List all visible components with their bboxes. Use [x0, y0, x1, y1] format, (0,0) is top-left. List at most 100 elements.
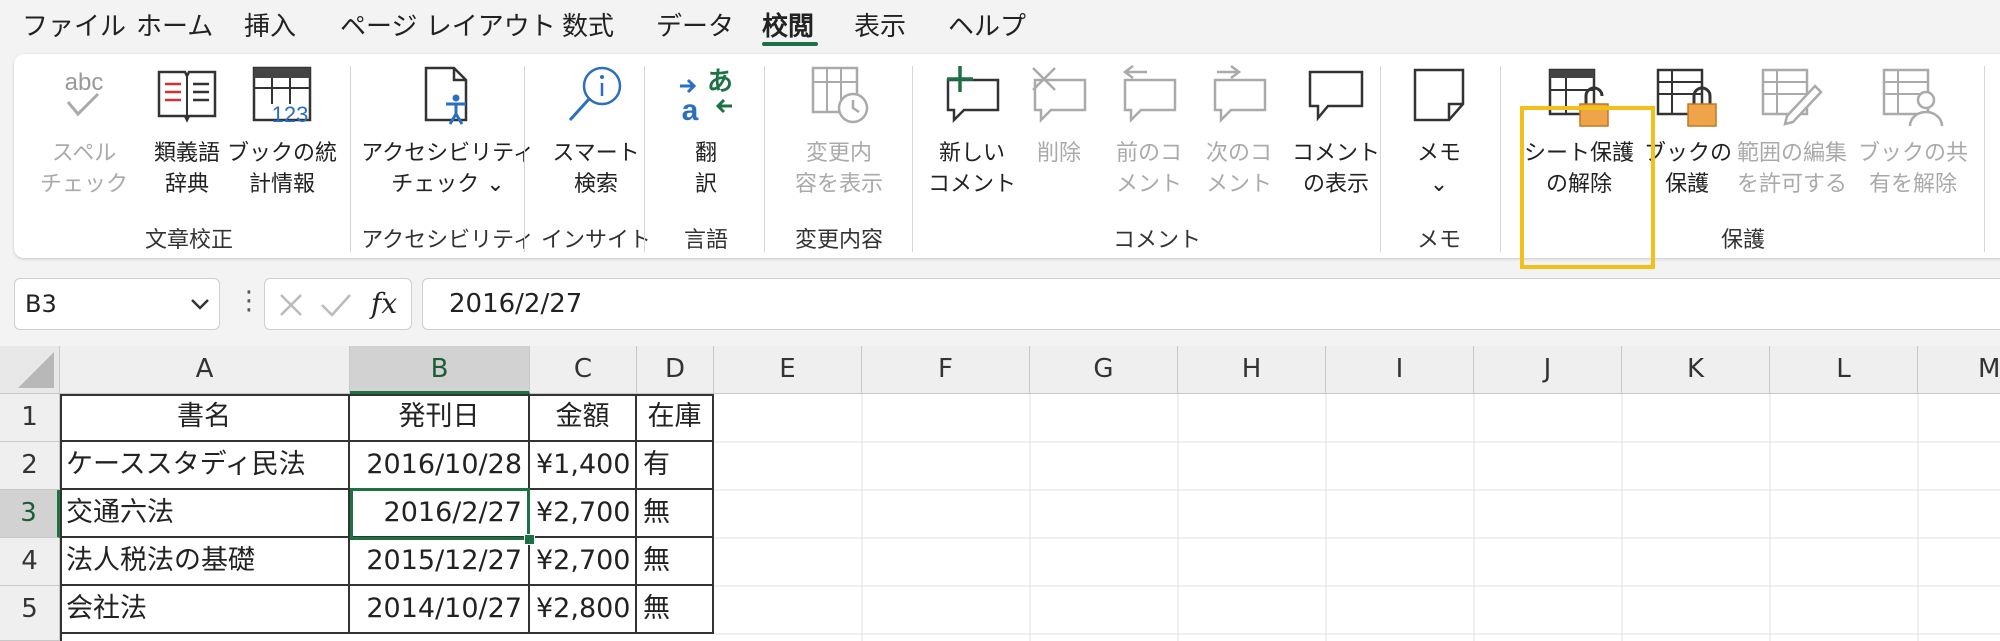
cell-d5[interactable]: 無: [637, 586, 714, 634]
select-all-button[interactable]: [0, 346, 60, 394]
protect-workbook-label-2: 保護: [1664, 172, 1709, 197]
group-separator: [912, 66, 913, 252]
protect-workbook-button[interactable]: ブックの 保護: [1644, 54, 1732, 214]
enter-icon[interactable]: [319, 291, 353, 319]
column-header-j[interactable]: J: [1474, 346, 1622, 394]
next-comment-label-2: メント: [1205, 172, 1272, 197]
next-comment-button[interactable]: 次のコ メント: [1194, 54, 1284, 214]
cell-d2[interactable]: 有: [637, 442, 714, 490]
column-header-k[interactable]: K: [1622, 346, 1770, 394]
spelling-label-2: チェック: [39, 172, 128, 197]
svg-text:123: 123: [272, 102, 309, 127]
note-icon: [1394, 54, 1484, 134]
column-header-l[interactable]: L: [1770, 346, 1918, 394]
cell-d1[interactable]: 在庫: [637, 394, 714, 442]
cancel-icon[interactable]: [277, 291, 305, 319]
previous-comment-label-2: メント: [1115, 172, 1182, 197]
name-box[interactable]: B3: [14, 278, 220, 330]
smart-lookup-button[interactable]: スマート 検索: [534, 54, 658, 214]
group-separator: [764, 66, 765, 252]
new-comment-button[interactable]: 新しい コメント: [922, 54, 1022, 214]
show-changes-button[interactable]: 変更内 容を表示: [774, 54, 904, 214]
translate-icon: あ a: [654, 54, 758, 134]
formula-value: 2016/2/27: [449, 289, 583, 319]
column-header-i[interactable]: I: [1326, 346, 1474, 394]
show-changes-label-2: 容を表示: [794, 172, 883, 197]
tab-help[interactable]: ヘルプ: [948, 6, 1026, 43]
unshare-workbook-button[interactable]: ブックの共 有を解除: [1854, 54, 1972, 214]
cell-c2[interactable]: ¥1,400: [530, 442, 637, 490]
workbook-statistics-button[interactable]: 123 ブックの統 計情報: [220, 54, 344, 214]
next-comment-icon: [1194, 54, 1284, 134]
more-options-icon[interactable]: ⋮: [236, 286, 262, 316]
delete-comment-button[interactable]: 削除: [1014, 54, 1104, 214]
cell-a4[interactable]: 法人税法の基礎: [60, 538, 350, 586]
column-header-e[interactable]: E: [714, 346, 862, 394]
cell-d4[interactable]: 無: [637, 538, 714, 586]
svg-text:あ: あ: [707, 67, 733, 97]
previous-comment-button[interactable]: 前のコ メント: [1104, 54, 1194, 214]
cell-b5[interactable]: 2014/10/27: [350, 586, 530, 634]
unshare-workbook-label-2: 有を解除: [1868, 172, 1957, 197]
ribbon: abc スペル チェック 類義語 辞典 123 ブックの統 計情報 文章校正 ア…: [14, 54, 2000, 269]
row-header-4[interactable]: 4: [0, 538, 60, 586]
column-header-f[interactable]: F: [862, 346, 1030, 394]
cell-c3[interactable]: ¥2,700: [530, 490, 637, 538]
tab-review[interactable]: 校閲: [762, 6, 814, 43]
group-separator: [644, 66, 645, 252]
row-header-3[interactable]: 3: [0, 490, 60, 538]
column-header-g[interactable]: G: [1030, 346, 1178, 394]
accessibility-label-2: チェック ⌄: [391, 172, 505, 197]
tab-formulas[interactable]: 数式: [562, 6, 614, 43]
column-header-d[interactable]: D: [637, 346, 714, 394]
cell-d3[interactable]: 無: [637, 490, 714, 538]
unshare-workbook-icon: [1854, 54, 1972, 134]
formula-controls: fx: [264, 278, 412, 330]
fill-handle[interactable]: [524, 534, 535, 545]
tab-file[interactable]: ファイル: [22, 6, 126, 43]
translate-button[interactable]: あ a 翻 訳: [654, 54, 758, 214]
cell-a3[interactable]: 交通六法: [60, 490, 350, 538]
group-separator: [1380, 66, 1381, 252]
show-comments-button[interactable]: コメント の表示: [1280, 54, 1392, 214]
cell-b1[interactable]: 発刊日: [350, 394, 530, 442]
cell-a5[interactable]: 会社法: [60, 586, 350, 634]
new-comment-label-2: コメント: [927, 172, 1016, 197]
cell-c1[interactable]: 金額: [530, 394, 637, 442]
allow-edit-ranges-button[interactable]: 範囲の編集 を許可する: [1730, 54, 1854, 214]
empty-gridlines: [714, 394, 2000, 641]
row-header-1[interactable]: 1: [0, 394, 60, 442]
tab-page-layout[interactable]: ページ レイアウト: [340, 6, 556, 43]
tab-data[interactable]: データ: [656, 6, 734, 43]
cell-c4[interactable]: ¥2,700: [530, 538, 637, 586]
column-header-h[interactable]: H: [1178, 346, 1326, 394]
workbook-statistics-label-2: 計情報: [248, 172, 315, 197]
row-header-5[interactable]: 5: [0, 586, 60, 641]
tab-insert[interactable]: 挿入: [244, 6, 296, 43]
chevron-down-icon[interactable]: [189, 293, 211, 319]
row-header-2[interactable]: 2: [0, 442, 60, 490]
group-changes: 変更内容: [794, 228, 883, 253]
tab-home[interactable]: ホーム: [136, 6, 213, 43]
delete-comment-label: 削除: [1036, 141, 1081, 166]
cell-b2[interactable]: 2016/10/28: [350, 442, 530, 490]
notes-button[interactable]: メモ ⌄: [1394, 54, 1484, 214]
cell-a1[interactable]: 書名: [60, 394, 350, 442]
cell-b4[interactable]: 2015/12/27: [350, 538, 530, 586]
column-header-m[interactable]: M: [1918, 346, 2000, 394]
cell-a2[interactable]: ケーススタディ民法: [60, 442, 350, 490]
worksheet-grid: A B C D E F G H I J K L M 1 2 3 4 5 書名 発…: [0, 346, 2000, 641]
check-accessibility-button[interactable]: アクセシビリティ チェック ⌄: [358, 54, 538, 214]
spelling-button[interactable]: abc スペル チェック: [34, 54, 134, 214]
tab-view[interactable]: 表示: [854, 6, 906, 43]
column-header-c[interactable]: C: [530, 346, 637, 394]
group-language: 言語: [683, 228, 728, 253]
insert-function-icon[interactable]: fx: [371, 287, 397, 320]
svg-text:abc: abc: [65, 69, 104, 96]
cell-c5[interactable]: ¥2,800: [530, 586, 637, 634]
formula-input[interactable]: 2016/2/27: [422, 278, 2000, 330]
column-header-a[interactable]: A: [60, 346, 350, 394]
show-changes-label-1: 変更内: [805, 141, 872, 166]
column-header-b[interactable]: B: [350, 346, 530, 394]
new-comment-icon: [922, 54, 1022, 134]
